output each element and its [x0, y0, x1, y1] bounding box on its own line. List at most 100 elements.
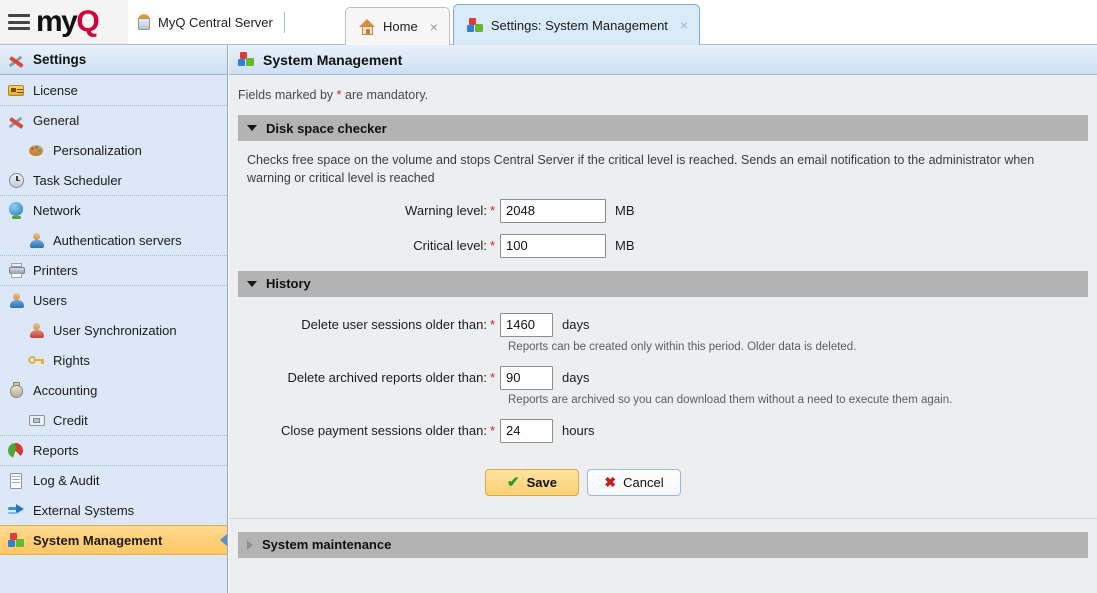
sidebar-item-user-synchronization[interactable]: User Synchronization: [0, 315, 227, 345]
sidebar-item-label: Users: [33, 293, 67, 308]
sidebar-item-network[interactable]: Network: [0, 195, 227, 225]
blocks-icon: [238, 52, 255, 67]
sidebar-item-label: Task Scheduler: [33, 173, 122, 188]
license-icon: [8, 82, 25, 99]
sidebar-item-personalization[interactable]: Personalization: [0, 135, 227, 165]
sidebar-item-label: License: [33, 83, 78, 98]
close-payment-sessions-input[interactable]: [500, 419, 553, 443]
myq-logo[interactable]: myQ: [36, 7, 98, 37]
field-row-delete-user-sessions: Delete user sessions older than:* days: [238, 313, 1088, 337]
external-systems-icon: [8, 502, 25, 519]
globe-icon: [8, 202, 25, 219]
sidebar-item-rights[interactable]: Rights: [0, 345, 227, 375]
required-star: *: [490, 238, 495, 253]
sidebar-item-label: User Synchronization: [53, 323, 177, 338]
critical-level-input[interactable]: [500, 234, 606, 258]
mandatory-fields-note: Fields marked by * are mandatory.: [229, 75, 1097, 102]
warning-level-input[interactable]: [500, 199, 606, 223]
tab-bar: Home × Settings: System Management ×: [345, 5, 703, 45]
panel-system-maintenance: System maintenance: [238, 532, 1088, 558]
panel-header-system-maintenance[interactable]: System maintenance: [238, 532, 1088, 558]
money-bag-icon: [8, 382, 25, 399]
tab-home-close-icon[interactable]: ×: [430, 20, 438, 34]
cancel-button[interactable]: ✖ Cancel: [587, 469, 681, 496]
mandatory-note-after: are mandatory.: [342, 88, 429, 102]
sidebar-item-external-systems[interactable]: External Systems: [0, 495, 227, 525]
page-title-bar: System Management: [229, 45, 1097, 75]
field-label-text: Close payment sessions older than:: [281, 423, 487, 438]
hamburger-menu-icon[interactable]: [8, 14, 30, 30]
field-unit: hours: [562, 423, 595, 438]
field-label-text: Delete user sessions older than:: [301, 317, 487, 332]
mandatory-note-before: Fields marked by: [238, 88, 337, 102]
field-unit: days: [562, 317, 589, 332]
tools-icon: [8, 51, 25, 68]
logo-my-text: my: [36, 5, 76, 38]
tab-home[interactable]: Home ×: [345, 7, 450, 45]
page-title: System Management: [263, 52, 402, 68]
sidebar-item-license[interactable]: License: [0, 75, 227, 105]
application-window: myQ MyQ Central Server Home × Se: [0, 0, 1097, 593]
form-actions: ✔ Save ✖ Cancel: [238, 469, 1088, 496]
field-label: Delete archived reports older than:*: [238, 370, 500, 385]
panel-title: System maintenance: [262, 537, 391, 552]
sidebar-item-printers[interactable]: Printers: [0, 255, 227, 285]
log-icon: [8, 472, 25, 489]
sidebar-item-log-audit[interactable]: Log & Audit: [0, 465, 227, 495]
tab-settings-label: Settings: System Management: [491, 18, 668, 33]
sidebar-item-general[interactable]: General: [0, 105, 227, 135]
panel-description: Checks free space on the volume and stop…: [238, 141, 1074, 188]
sidebar-header-label: Settings: [33, 52, 86, 67]
delete-archived-reports-input[interactable]: [500, 366, 553, 390]
field-label-text: Warning level:: [405, 203, 487, 218]
field-unit: days: [562, 370, 589, 385]
field-label: Delete user sessions older than:*: [238, 317, 500, 332]
field-row-critical-level: Critical level:* MB: [238, 234, 1088, 258]
palette-icon: [28, 142, 45, 159]
sidebar-item-label: Reports: [33, 443, 79, 458]
save-button[interactable]: ✔ Save: [485, 469, 579, 496]
required-star: *: [490, 423, 495, 438]
panel-disk-space-checker: Disk space checker Checks free space on …: [238, 115, 1088, 258]
field-label-text: Delete archived reports older than:: [287, 370, 486, 385]
field-hint: Reports are archived so you can download…: [508, 394, 1088, 406]
tab-settings-close-icon[interactable]: ×: [680, 18, 688, 32]
sidebar-item-label: Network: [33, 203, 81, 218]
check-icon: ✔: [507, 473, 520, 491]
sidebar-item-authentication-servers[interactable]: Authentication servers: [0, 225, 227, 255]
sidebar-item-system-management[interactable]: System Management: [0, 525, 227, 555]
sidebar-item-users[interactable]: Users: [0, 285, 227, 315]
sidebar-item-reports[interactable]: Reports: [0, 435, 227, 465]
sidebar-item-label: External Systems: [33, 503, 134, 518]
sidebar-item-label: System Management: [33, 533, 162, 548]
selected-indicator-icon: [220, 534, 227, 546]
sidebar-header: Settings: [0, 45, 227, 75]
sidebar-item-credit[interactable]: Credit: [0, 405, 227, 435]
panel-title: History: [266, 276, 311, 291]
brand-block: myQ: [0, 0, 128, 44]
server-name-text: MyQ Central Server: [158, 15, 273, 30]
sidebar-item-label: Rights: [53, 353, 90, 368]
blocks-icon: [8, 533, 25, 548]
sidebar-item-label: General: [33, 113, 79, 128]
field-label: Close payment sessions older than:*: [238, 423, 500, 438]
panel-header-disk-space-checker[interactable]: Disk space checker: [238, 115, 1088, 141]
panel-header-history[interactable]: History: [238, 271, 1088, 297]
content-area: System Management Fields marked by * are…: [229, 45, 1097, 593]
sidebar-item-label: Authentication servers: [53, 233, 182, 248]
credit-icon: [28, 412, 45, 429]
panel-history: History Delete user sessions older than:…: [238, 271, 1088, 496]
sidebar-item-task-scheduler[interactable]: Task Scheduler: [0, 165, 227, 195]
cancel-button-label: Cancel: [623, 475, 663, 490]
tab-settings-system-management[interactable]: Settings: System Management ×: [453, 4, 700, 45]
panel-title: Disk space checker: [266, 121, 387, 136]
sidebar-item-label: Credit: [53, 413, 88, 428]
field-label-text: Critical level:: [413, 238, 487, 253]
required-star: *: [490, 203, 495, 218]
tab-home-label: Home: [383, 19, 418, 34]
server-label: MyQ Central Server: [136, 0, 273, 44]
key-icon: [28, 352, 45, 369]
delete-user-sessions-input[interactable]: [500, 313, 553, 337]
sidebar-item-accounting[interactable]: Accounting: [0, 375, 227, 405]
field-row-close-payment-sessions: Close payment sessions older than:* hour…: [238, 419, 1088, 443]
